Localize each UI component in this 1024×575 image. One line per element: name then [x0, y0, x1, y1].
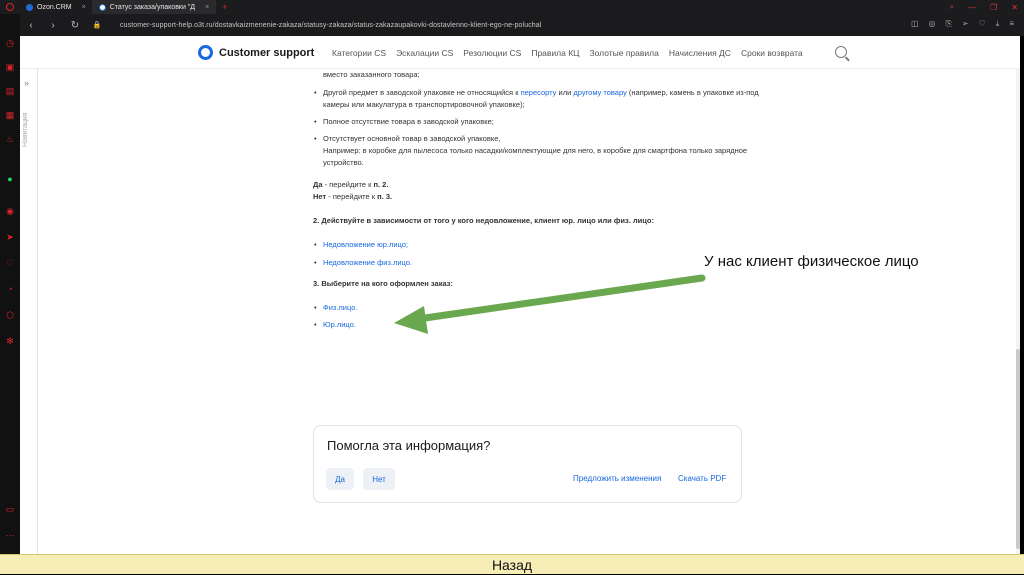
back-button[interactable]: Назад [492, 557, 532, 573]
back-bar[interactable]: Назад [0, 554, 1024, 574]
screen: Ozon.CRM × Статус заказа/упаковки "Д × +… [0, 0, 1024, 574]
annotation-arrow [394, 274, 706, 334]
annotation-text: У нас клиент физическое лицо [704, 253, 919, 270]
